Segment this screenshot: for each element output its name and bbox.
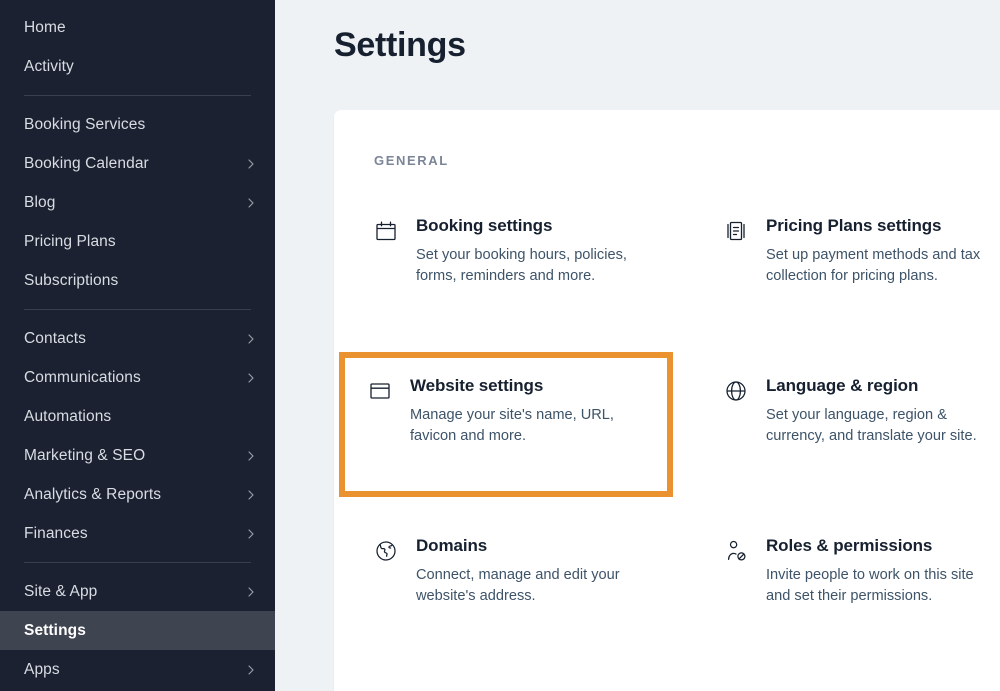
settings-tile-text: Pricing Plans settings Set up payment met… [766, 216, 994, 287]
settings-tile-booking-settings[interactable]: Booking settings Set your booking hours, … [334, 202, 684, 362]
chevron-right-icon [245, 158, 257, 170]
settings-tile-text: Website settings Manage your site's name,… [410, 376, 650, 447]
settings-tile-description: Manage your site's name, URL, favicon an… [410, 405, 625, 447]
settings-tile-description: Invite people to work on this site and s… [766, 565, 981, 607]
sidebar-item-label: Contacts [24, 330, 245, 348]
main-content: Settings GENERAL Booking settings Set you… [275, 0, 1000, 691]
sidebar-item-apps[interactable]: Apps [0, 650, 275, 689]
chevron-right-icon [245, 489, 257, 501]
settings-tile-description: Set your language, region & currency, an… [766, 405, 981, 447]
settings-tile-description: Set your booking hours, policies, forms,… [416, 245, 631, 287]
sidebar-item-site-app[interactable]: Site & App [0, 572, 275, 611]
sidebar-group: Home Activity [0, 8, 275, 86]
sidebar-item-label: Pricing Plans [24, 233, 257, 251]
sidebar-divider [24, 562, 251, 563]
sidebar-item-label: Booking Calendar [24, 155, 245, 173]
sidebar-item-blog[interactable]: Blog [0, 183, 275, 222]
section-label-general: GENERAL [374, 153, 449, 168]
chevron-right-icon [245, 528, 257, 540]
sidebar-item-marketing-seo[interactable]: Marketing & SEO [0, 436, 275, 475]
sidebar-item-automations[interactable]: Automations [0, 397, 275, 436]
settings-tile-content: Domains Connect, manage and edit your web… [334, 522, 684, 607]
globe-grid-icon [724, 379, 748, 403]
settings-tile-description: Connect, manage and edit your website's … [416, 565, 631, 607]
sidebar-item-label: Apps [24, 661, 245, 679]
sidebar-item-finances[interactable]: Finances [0, 514, 275, 553]
chevron-right-icon [245, 197, 257, 209]
chevron-right-icon [245, 664, 257, 676]
settings-tile-text: Language & region Set your language, regi… [766, 376, 994, 447]
settings-row: Booking settings Set your booking hours, … [334, 202, 1000, 362]
settings-tile-website-settings[interactable]: Website settings Manage your site's name,… [334, 362, 684, 522]
chevron-right-icon [245, 450, 257, 462]
sidebar-item-booking-services[interactable]: Booking Services [0, 105, 275, 144]
sidebar-item-label: Finances [24, 525, 245, 543]
sidebar-item-activity[interactable]: Activity [0, 47, 275, 86]
sidebar-item-communications[interactable]: Communications [0, 358, 275, 397]
settings-tile-content: Language & region Set your language, regi… [684, 362, 1000, 447]
settings-tile-language-region[interactable]: Language & region Set your language, regi… [684, 362, 1000, 522]
settings-tile-content: Website settings Manage your site's name,… [334, 362, 684, 447]
settings-tile-text: Roles & permissions Invite people to work… [766, 536, 994, 607]
sidebar-item-pricing-plans[interactable]: Pricing Plans [0, 222, 275, 261]
sidebar-item-label: Subscriptions [24, 272, 257, 290]
sidebar-item-label: Marketing & SEO [24, 447, 245, 465]
settings-tile-content: Pricing Plans settings Set up payment met… [684, 202, 1000, 287]
sidebar-group: Contacts Communications Automations Marketi… [0, 319, 275, 553]
chevron-right-icon [245, 372, 257, 384]
sidebar-item-settings[interactable]: Settings [0, 611, 275, 650]
sidebar-item-label: Settings [24, 622, 257, 640]
sidebar-item-label: Analytics & Reports [24, 486, 245, 504]
sidebar-item-booking-calendar[interactable]: Booking Calendar [0, 144, 275, 183]
settings-row: Website settings Manage your site's name,… [334, 362, 1000, 522]
settings-tile-title: Domains [416, 536, 644, 556]
page-title: Settings [334, 26, 466, 65]
settings-tile-title: Pricing Plans settings [766, 216, 994, 236]
chevron-right-icon [245, 333, 257, 345]
settings-grid: Booking settings Set your booking hours, … [334, 202, 1000, 682]
sidebar: Home Activity Booking Services Booking Cale… [0, 0, 275, 691]
person-blocked-icon [724, 539, 748, 563]
calendar-icon [374, 219, 398, 243]
settings-tile-title: Language & region [766, 376, 994, 396]
sidebar-item-label: Booking Services [24, 116, 257, 134]
sidebar-item-label: Blog [24, 194, 245, 212]
sidebar-item-contacts[interactable]: Contacts [0, 319, 275, 358]
sidebar-item-label: Site & App [24, 583, 245, 601]
settings-tile-text: Booking settings Set your booking hours, … [416, 216, 644, 287]
browser-window-icon [368, 379, 392, 403]
sidebar-group: Booking Services Booking Calendar Blog Pric… [0, 105, 275, 300]
settings-tile-pricing-plans-settings[interactable]: Pricing Plans settings Set up payment met… [684, 202, 1000, 362]
settings-tile-roles-permissions[interactable]: Roles & permissions Invite people to work… [684, 522, 1000, 682]
settings-card: GENERAL Booking settings Set your booking… [334, 110, 1000, 691]
chevron-right-icon [245, 586, 257, 598]
settings-tile-text: Domains Connect, manage and edit your web… [416, 536, 644, 607]
sidebar-item-label: Activity [24, 58, 257, 76]
sidebar-divider [24, 309, 251, 310]
sidebar-divider [24, 95, 251, 96]
sidebar-group: Site & App Settings Apps [0, 572, 275, 689]
settings-tile-content: Roles & permissions Invite people to work… [684, 522, 1000, 607]
settings-tile-content: Booking settings Set your booking hours, … [334, 202, 684, 287]
sidebar-item-analytics-reports[interactable]: Analytics & Reports [0, 475, 275, 514]
sidebar-item-label: Automations [24, 408, 257, 426]
sidebar-item-home[interactable]: Home [0, 8, 275, 47]
stacked-cards-icon [724, 219, 748, 243]
sidebar-item-subscriptions[interactable]: Subscriptions [0, 261, 275, 300]
earth-icon [374, 539, 398, 563]
settings-row: Domains Connect, manage and edit your web… [334, 522, 1000, 682]
sidebar-item-label: Communications [24, 369, 245, 387]
settings-tile-title: Roles & permissions [766, 536, 994, 556]
settings-tile-title: Website settings [410, 376, 650, 396]
settings-tile-description: Set up payment methods and tax collectio… [766, 245, 981, 287]
settings-tile-title: Booking settings [416, 216, 644, 236]
settings-tile-domains[interactable]: Domains Connect, manage and edit your web… [334, 522, 684, 682]
app-root: Home Activity Booking Services Booking Cale… [0, 0, 1000, 691]
sidebar-item-label: Home [24, 19, 257, 37]
